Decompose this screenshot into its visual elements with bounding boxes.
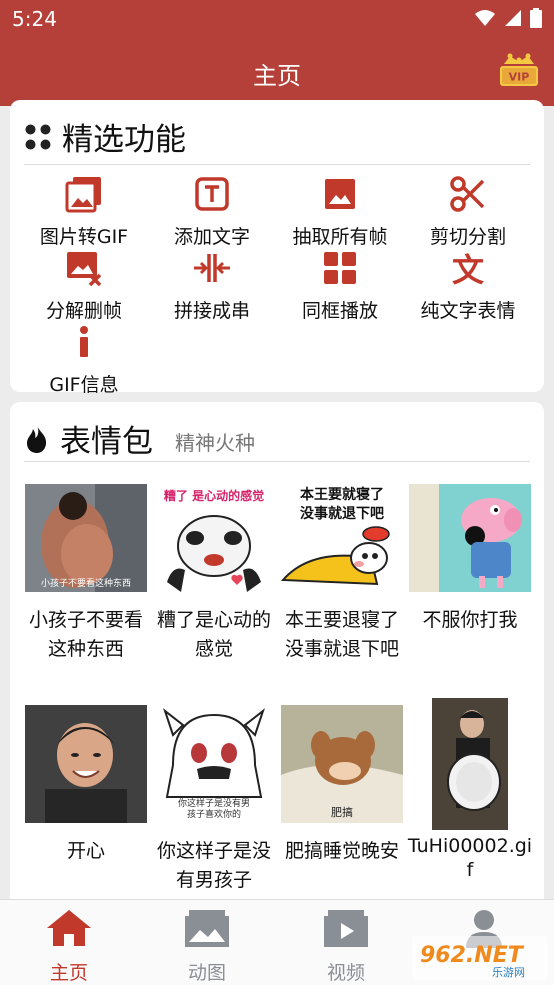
dots-grid-icon bbox=[25, 124, 51, 149]
meme-art bbox=[409, 484, 531, 592]
meme-caption: 你这样子是没有男孩子 bbox=[156, 840, 271, 891]
meme-overlay-text: 你这样子是没有男孩子喜欢你的 bbox=[177, 799, 250, 820]
scissors-icon bbox=[450, 176, 485, 212]
meme-item[interactable]: 你这样子是没有男孩子喜欢你的 你这样子是没有男孩子 bbox=[150, 705, 278, 895]
meme-art bbox=[167, 515, 261, 592]
watermark-logo: 962.NET 乐游网 bbox=[412, 936, 548, 980]
meme-header: 表情包 精神火种 bbox=[24, 416, 255, 461]
signal-icon bbox=[505, 10, 521, 26]
meme-card: 表情包 精神火种 小孩子不要看这种东西 小孩子不要看这种东西 糟了 是心动的感觉 bbox=[10, 402, 544, 922]
meme-thumbnail: 你这样子是没有男孩子喜欢你的 bbox=[153, 705, 275, 823]
meme-item[interactable]: 小孩子不要看这种东西 小孩子不要看这种东西 bbox=[22, 484, 150, 664]
feature-delete-frames[interactable]: 分解删帧 bbox=[20, 248, 148, 323]
meme-item[interactable]: 糟了 是心动的感觉 糟了是心动的感觉 bbox=[150, 484, 278, 664]
nav-video[interactable]: 视频 bbox=[296, 908, 396, 985]
battery-icon bbox=[530, 8, 542, 28]
grid-icon bbox=[324, 252, 356, 284]
vip-label: VIP bbox=[509, 71, 530, 84]
nav-label: 主页 bbox=[49, 962, 88, 984]
app-bar: 主页 VIP bbox=[0, 38, 554, 106]
meme-subtitle: 精神火种 bbox=[175, 431, 255, 455]
meme-thumbnail: 肥搞 bbox=[281, 705, 403, 823]
meme-caption: 肥搞睡觉晚安 bbox=[284, 840, 399, 862]
home-icon bbox=[47, 910, 91, 946]
feature-label: 纯文字表情 bbox=[420, 300, 516, 322]
meme-overlay-text: 肥搞 bbox=[331, 806, 353, 819]
meme-caption: TuHi00002.gif bbox=[407, 835, 533, 881]
featured-divider bbox=[24, 164, 530, 165]
feature-add-text[interactable]: 添加文字 bbox=[148, 174, 276, 249]
feature-cut-split[interactable]: 剪切分割 bbox=[404, 174, 532, 249]
meme-item[interactable]: 本王要就寝了 没事就退下吧 本王要退寝了没事就退下吧 bbox=[278, 484, 406, 664]
gallery-icon bbox=[185, 910, 229, 947]
image-delete-icon bbox=[67, 252, 102, 287]
meme-item[interactable]: 不服你打我 bbox=[406, 484, 534, 635]
meme-caption: 不服你打我 bbox=[422, 609, 518, 631]
feature-text-emoji[interactable]: 文 纯文字表情 bbox=[404, 248, 532, 323]
feature-label: 拼接成串 bbox=[173, 300, 250, 322]
featured-header: 精选功能 bbox=[24, 114, 186, 159]
meme-caption: 开心 bbox=[66, 840, 105, 862]
meme-thumbnail bbox=[432, 698, 508, 830]
feature-label: GIF信息 bbox=[49, 374, 119, 396]
text-char-icon: 文 bbox=[452, 251, 484, 289]
meme-title: 表情包 bbox=[60, 424, 153, 460]
info-icon bbox=[80, 326, 88, 357]
feature-gif-info[interactable]: GIF信息 bbox=[20, 322, 148, 397]
feature-join[interactable]: 拼接成串 bbox=[148, 248, 276, 323]
feature-extract-frames[interactable]: 抽取所有帧 bbox=[276, 174, 404, 249]
status-bar: 5:24 bbox=[0, 0, 554, 38]
watermark-art: 962.NET 乐游网 bbox=[412, 936, 548, 980]
featured-card: 精选功能 图片转GIF 添加文字 抽取所有帧 剪切分割 分解删帧 拼接成串 同框… bbox=[10, 100, 544, 396]
feature-label: 添加文字 bbox=[173, 226, 250, 248]
text-box-icon bbox=[195, 177, 229, 211]
video-icon bbox=[324, 910, 368, 947]
feature-label: 剪切分割 bbox=[429, 226, 506, 248]
nav-label: 动图 bbox=[187, 962, 226, 984]
nav-label: 视频 bbox=[326, 962, 365, 984]
vip-crown-icon[interactable]: VIP bbox=[498, 52, 540, 92]
meme-overlay-text: 小孩子不要看这种东西 bbox=[40, 579, 131, 589]
meme-art bbox=[281, 526, 390, 586]
flame-icon bbox=[27, 424, 47, 453]
feature-image-to-gif[interactable]: 图片转GIF bbox=[20, 174, 148, 249]
meme-art bbox=[25, 705, 147, 823]
wifi-icon bbox=[475, 10, 495, 26]
feature-label: 同框播放 bbox=[301, 300, 378, 322]
nav-gif[interactable]: 动图 bbox=[157, 908, 257, 985]
watermark-sub: 乐游网 bbox=[492, 966, 525, 979]
merge-icon bbox=[194, 254, 230, 282]
nav-home[interactable]: 主页 bbox=[19, 908, 119, 985]
meme-caption: 本王要退寝了没事就退下吧 bbox=[284, 609, 399, 660]
meme-art bbox=[432, 698, 508, 830]
watermark-text: 962.NET bbox=[420, 943, 525, 968]
feature-label: 图片转GIF bbox=[39, 226, 129, 248]
svg-text:文: 文 bbox=[452, 251, 484, 288]
status-icons bbox=[474, 8, 542, 28]
image-icon bbox=[325, 179, 355, 209]
meme-divider bbox=[24, 461, 530, 462]
photo-stack-icon bbox=[65, 177, 101, 213]
meme-thumbnail bbox=[25, 705, 147, 823]
meme-item[interactable]: TuHi00002.gif bbox=[406, 698, 534, 882]
feature-label: 抽取所有帧 bbox=[292, 226, 388, 248]
page-title: 主页 bbox=[253, 62, 301, 90]
meme-caption: 糟了是心动的感觉 bbox=[156, 609, 271, 660]
meme-thumbnail bbox=[409, 484, 531, 592]
meme-thumbnail: 本王要就寝了 没事就退下吧 bbox=[281, 484, 403, 592]
status-time: 5:24 bbox=[12, 7, 57, 31]
meme-thumbnail: 糟了 是心动的感觉 bbox=[153, 484, 275, 592]
meme-caption: 小孩子不要看这种东西 bbox=[28, 609, 143, 660]
featured-title: 精选功能 bbox=[62, 122, 186, 158]
meme-thumbnail: 小孩子不要看这种东西 bbox=[25, 484, 147, 592]
feature-same-frame[interactable]: 同框播放 bbox=[276, 248, 404, 323]
feature-label: 分解删帧 bbox=[45, 300, 122, 322]
meme-item[interactable]: 肥搞 肥搞睡觉晚安 bbox=[278, 705, 406, 866]
meme-item[interactable]: 开心 bbox=[22, 705, 150, 866]
